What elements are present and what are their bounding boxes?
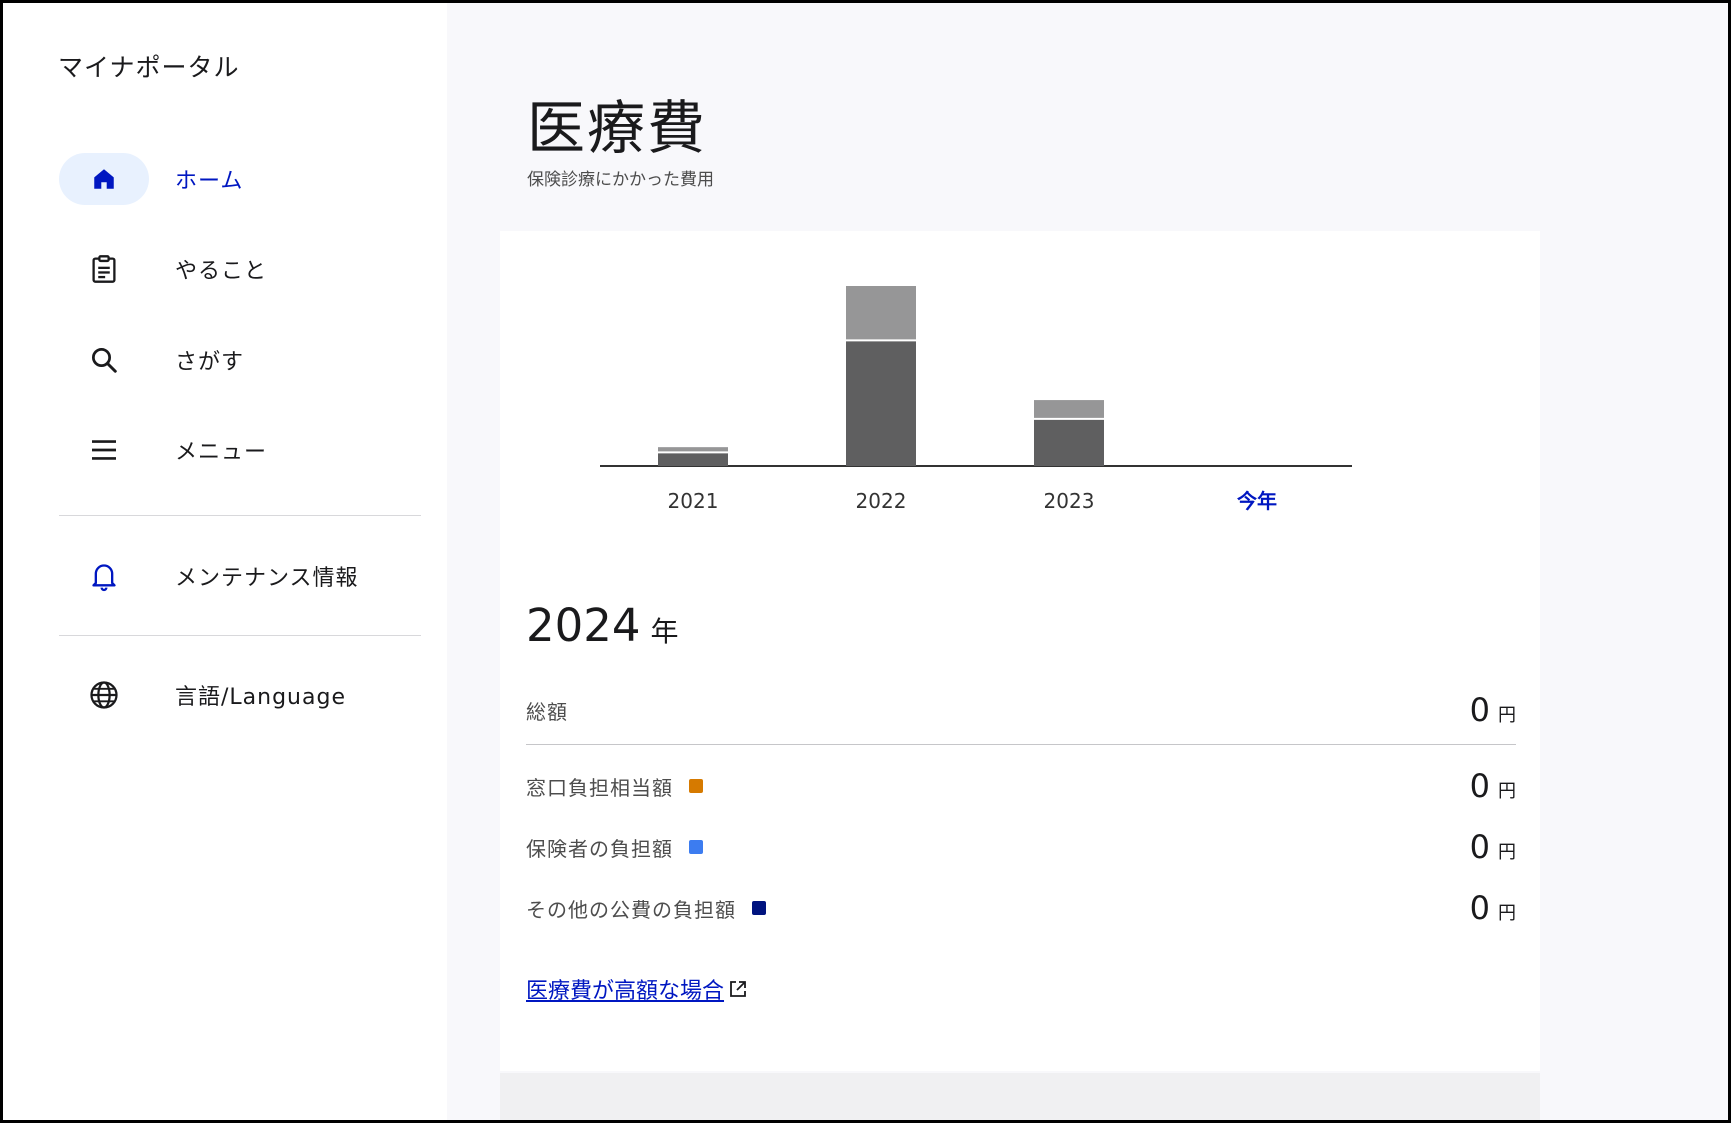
search-icon <box>59 334 149 386</box>
nav-item-menu[interactable]: メニュー <box>59 415 431 485</box>
breakdown-label-text: その他の公費の負担額 <box>526 897 736 922</box>
expense-chart: 2021 2022 2023 今年 <box>600 271 1440 531</box>
breakdown-amount: 0 <box>1469 767 1490 805</box>
total-unit: 円 <box>1498 705 1516 726</box>
home-icon <box>59 153 149 205</box>
breakdown-amount: 0 <box>1469 828 1490 866</box>
total-label: 総額 <box>526 699 568 724</box>
nav-item-todo[interactable]: やること <box>59 234 431 304</box>
app-window: マイナポータル ホーム やること さがす メニュー メンテナンス情報 言語/La… <box>0 0 1731 1123</box>
total-value: 0 円 <box>1470 691 1516 729</box>
chart-x-tick-label: 2022 <box>856 489 907 513</box>
legend-swatch <box>752 901 766 915</box>
menu-icon <box>59 424 149 476</box>
breakdown-value: 0 円 <box>1470 889 1516 927</box>
chart-bar-segment <box>1034 418 1104 466</box>
total-amount: 0 <box>1469 691 1490 729</box>
high-cost-help-link[interactable]: 医療費が高額な場合 <box>526 973 748 1005</box>
breakdown-label: その他の公費の負担額 <box>526 894 766 923</box>
breakdown-unit: 円 <box>1498 903 1516 924</box>
legend-swatch <box>689 840 703 854</box>
breakdown-value: 0 円 <box>1470 828 1516 866</box>
sidebar: マイナポータル ホーム やること さがす メニュー メンテナンス情報 言語/La… <box>3 3 447 1120</box>
bell-icon <box>59 550 149 602</box>
page-title: 医療費 <box>527 94 708 162</box>
expense-chart-svg: 2021 2022 2023 今年 <box>600 286 1352 513</box>
chart-bar-segment <box>1034 400 1104 419</box>
breakdown-row: その他の公費の負担額 0 円 <box>526 889 1516 927</box>
chart-bar-segment <box>846 286 916 341</box>
nav-item-search[interactable]: さがす <box>59 325 431 395</box>
breakdown-label-text: 保険者の負担額 <box>526 836 673 861</box>
year-heading: 2024 年 <box>526 599 679 652</box>
help-link-label: 医療費が高額な場合 <box>526 979 725 1004</box>
nav-item-home[interactable]: ホーム <box>59 144 431 214</box>
breakdown-unit: 円 <box>1498 781 1516 802</box>
chart-x-tick-label: 2021 <box>668 489 719 513</box>
chart-x-tick-label: 今年 <box>1237 489 1277 513</box>
medical-expense-card: 2021 2022 2023 今年 2024 年 総額 0 円 窓口負担相当額 <box>500 231 1540 1071</box>
nav-label-search: さがす <box>175 350 245 375</box>
breakdown-amount: 0 <box>1469 889 1490 927</box>
app-title: マイナポータル <box>58 53 240 82</box>
sidebar-divider <box>59 635 421 636</box>
next-card-edge <box>500 1073 1540 1120</box>
clipboard-icon <box>59 243 149 295</box>
breakdown-label-text: 窓口負担相当額 <box>526 775 673 800</box>
nav-item-maintenance[interactable]: メンテナンス情報 <box>59 541 431 611</box>
nav-label-home: ホーム <box>175 169 244 194</box>
chart-bar-segment <box>658 452 728 466</box>
external-link-icon <box>728 979 748 999</box>
breakdown-value: 0 円 <box>1470 767 1516 805</box>
breakdown-unit: 円 <box>1498 842 1516 863</box>
breakdown-label: 保険者の負担額 <box>526 833 703 862</box>
total-divider <box>526 744 1516 745</box>
globe-icon <box>59 669 149 721</box>
breakdown-label: 窓口負担相当額 <box>526 772 703 801</box>
breakdown-row: 保険者の負担額 0 円 <box>526 828 1516 866</box>
breakdown-row: 窓口負担相当額 0 円 <box>526 767 1516 805</box>
year-unit: 年 <box>650 615 679 648</box>
nav-label-language: 言語/Language <box>175 685 346 710</box>
chart-x-tick-label: 2023 <box>1044 489 1095 513</box>
nav-label-maintenance: メンテナンス情報 <box>175 566 359 591</box>
chart-bar-segment <box>846 340 916 466</box>
nav-item-language[interactable]: 言語/Language <box>59 660 431 730</box>
main-content: 医療費 保険診療にかかった費用 2021 2022 2023 今年 2024 年 総額… <box>447 3 1728 1120</box>
nav-label-todo: やること <box>175 259 268 284</box>
nav-label-menu: メニュー <box>175 440 268 465</box>
year-number: 2024 <box>526 599 641 652</box>
total-row: 総額 0 円 <box>526 691 1516 729</box>
page-subtitle: 保険診療にかかった費用 <box>527 170 714 190</box>
legend-swatch <box>689 779 703 793</box>
sidebar-divider <box>59 515 421 516</box>
